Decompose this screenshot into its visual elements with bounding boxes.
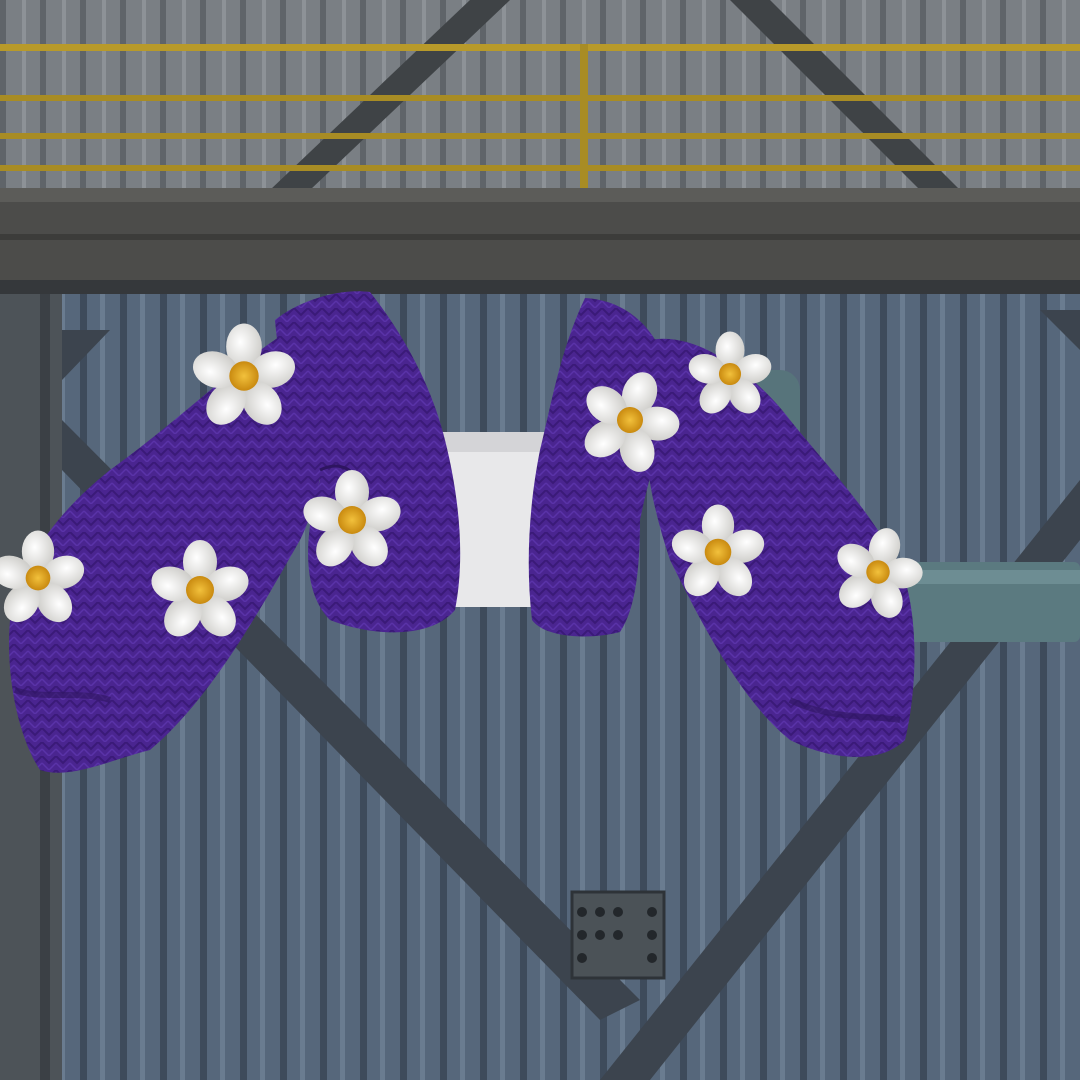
- game-render-scene: [0, 0, 1080, 1080]
